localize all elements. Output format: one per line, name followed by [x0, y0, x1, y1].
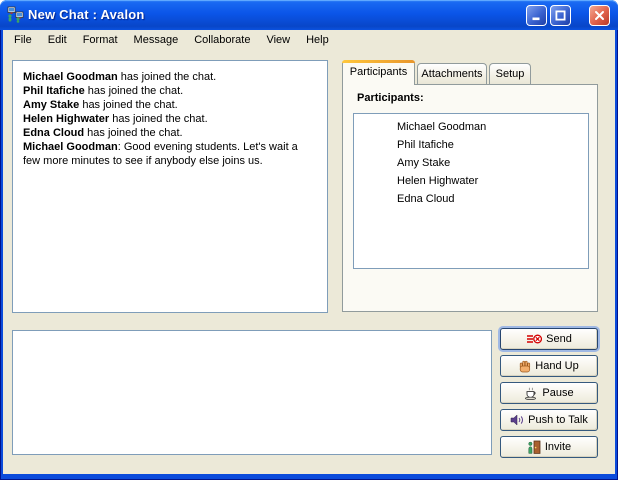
- message-text: has joined the chat.: [84, 127, 182, 139]
- button-label: Hand Up: [535, 360, 578, 372]
- chat-history[interactable]: Michael Goodman has joined the chat. Phi…: [12, 60, 328, 313]
- chat-message: Helen Highwater has joined the chat.: [23, 112, 317, 126]
- person-door-icon: [527, 440, 541, 454]
- speaker-icon: [510, 414, 524, 426]
- chat-message: Michael Goodman has joined the chat.: [23, 70, 317, 84]
- chat-message: Edna Cloud has joined the chat.: [23, 126, 317, 140]
- sender-name: Edna Cloud: [23, 127, 84, 139]
- chat-message: Amy Stake has joined the chat.: [23, 98, 317, 112]
- tab-participants[interactable]: Participants: [342, 60, 415, 85]
- chat-message: Phil Itafiche has joined the chat.: [23, 84, 317, 98]
- raised-hand-icon: [519, 360, 531, 373]
- minimize-icon: [530, 9, 543, 22]
- title-bar[interactable]: New Chat : Avalon: [0, 0, 618, 30]
- tab-attachments[interactable]: Attachments: [417, 63, 487, 84]
- message-input[interactable]: [12, 330, 492, 455]
- participant-item[interactable]: Helen Highwater: [354, 172, 588, 190]
- pause-button[interactable]: Pause: [500, 382, 598, 404]
- sender-name: Amy Stake: [23, 99, 79, 111]
- menu-bar: File Edit Format Message Collaborate Vie…: [3, 30, 615, 51]
- close-icon: [593, 9, 606, 22]
- sender-name: Michael Goodman: [23, 141, 118, 153]
- send-button[interactable]: Send: [500, 328, 598, 350]
- button-label: Send: [546, 333, 572, 345]
- participant-item[interactable]: Edna Cloud: [354, 190, 588, 208]
- button-label: Pause: [542, 387, 573, 399]
- app-window: New Chat : Avalon File Edit Format: [0, 0, 618, 480]
- message-text: has joined the chat.: [118, 71, 216, 83]
- menu-file[interactable]: File: [6, 30, 40, 51]
- invite-button[interactable]: Invite: [500, 436, 598, 458]
- hand-up-button[interactable]: Hand Up: [500, 355, 598, 377]
- menu-collaborate[interactable]: Collaborate: [186, 30, 258, 51]
- tab-setup[interactable]: Setup: [489, 63, 531, 84]
- chat-collaboration-icon: [7, 6, 24, 23]
- sender-name: Michael Goodman: [23, 71, 118, 83]
- maximize-icon: [554, 9, 567, 22]
- participant-item[interactable]: Michael Goodman: [354, 118, 588, 136]
- button-label: Push to Talk: [528, 414, 588, 426]
- window-title: New Chat : Avalon: [28, 7, 145, 22]
- sender-name: Phil Itafiche: [23, 85, 85, 97]
- message-text: has joined the chat.: [79, 99, 177, 111]
- coffee-cup-icon: [524, 387, 538, 400]
- message-text: has joined the chat.: [85, 85, 183, 97]
- send-icon: [526, 333, 542, 345]
- minimize-button[interactable]: [526, 5, 547, 26]
- chat-message: Michael Goodman: Good evening students. …: [23, 140, 317, 168]
- close-button[interactable]: [589, 5, 610, 26]
- menu-view[interactable]: View: [258, 30, 298, 51]
- menu-message[interactable]: Message: [126, 30, 187, 51]
- menu-edit[interactable]: Edit: [40, 30, 75, 51]
- push-to-talk-button[interactable]: Push to Talk: [500, 409, 598, 431]
- message-text: has joined the chat.: [109, 113, 207, 125]
- sender-name: Helen Highwater: [23, 113, 109, 125]
- menu-format[interactable]: Format: [75, 30, 126, 51]
- maximize-button[interactable]: [550, 5, 571, 26]
- participants-list[interactable]: Michael Goodman Phil Itafiche Amy Stake …: [353, 113, 589, 269]
- menu-help[interactable]: Help: [298, 30, 337, 51]
- participant-item[interactable]: Amy Stake: [354, 154, 588, 172]
- button-label: Invite: [545, 441, 571, 453]
- participants-heading: Participants:: [357, 92, 424, 104]
- screenshot-stage: New Chat : Avalon File Edit Format: [0, 0, 618, 480]
- participant-item[interactable]: Phil Itafiche: [354, 136, 588, 154]
- participants-panel: Participants: Michael Goodman Phil Itafi…: [342, 84, 598, 312]
